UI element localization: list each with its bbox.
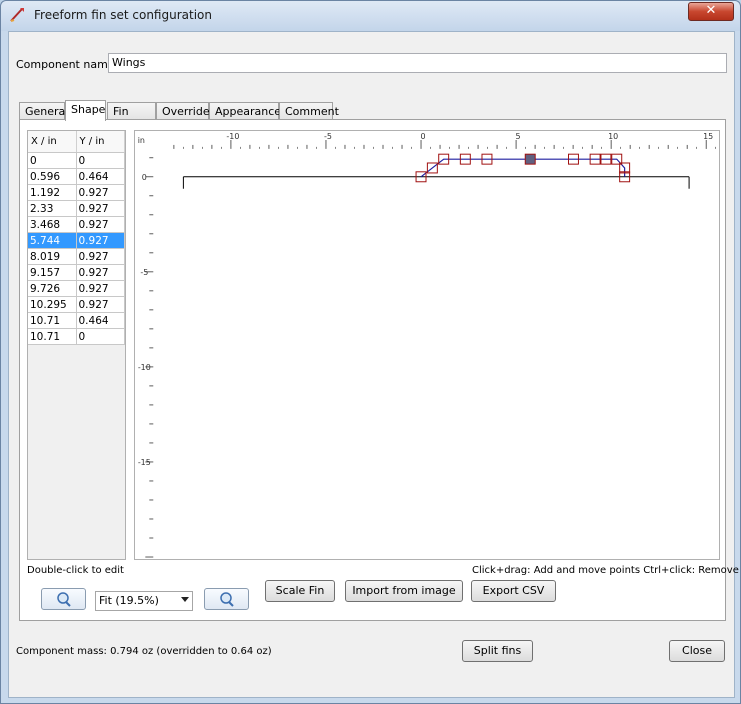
zoom-in-icon	[220, 592, 234, 607]
cell-y[interactable]: 0.464	[76, 169, 125, 185]
edit-hint: Double-click to edit	[27, 565, 124, 576]
cell-x[interactable]: 8.019	[28, 249, 77, 265]
cell-y[interactable]: 0.927	[76, 281, 125, 297]
cell-x[interactable]: 0	[28, 153, 77, 169]
cell-y[interactable]: 0.927	[76, 185, 125, 201]
window-close-icon[interactable]: ✕	[688, 2, 734, 21]
zoom-out-button[interactable]	[41, 588, 86, 610]
cell-x[interactable]: 0.596	[28, 169, 77, 185]
x-tick-label: 5	[516, 132, 521, 141]
table-row[interactable]: 00	[28, 153, 125, 169]
cell-y[interactable]: 0.927	[76, 217, 125, 233]
header-y[interactable]: Y / in	[77, 131, 125, 152]
cell-y[interactable]: 0.927	[76, 201, 125, 217]
table-row[interactable]: 0.596 0.464	[28, 169, 125, 185]
export-csv-button[interactable]: Export CSV	[471, 580, 556, 602]
header-x[interactable]: X / in	[28, 131, 77, 152]
zoom-select-value: Fit (19.5%)	[99, 594, 159, 607]
cell-y[interactable]: 0	[76, 329, 125, 345]
fin-point-handle[interactable]	[524, 153, 536, 165]
x-tick-label: -5	[324, 132, 332, 141]
window-title: Freeform fin set configuration	[34, 8, 212, 22]
split-fins-button[interactable]: Split fins	[462, 640, 533, 662]
table-header: X / in Y / in	[28, 131, 125, 153]
chevron-down-icon	[181, 597, 189, 602]
left-ruler	[135, 131, 154, 559]
x-tick-label: 0	[420, 132, 425, 141]
y-tick-label: -15	[138, 458, 151, 467]
import-from-image-button[interactable]: Import from image	[345, 580, 463, 602]
table-row[interactable]: 10.295 0.927	[28, 297, 125, 313]
table-row[interactable]: 3.468 0.927	[28, 217, 125, 233]
dialog-client: Component name: Wings General Shape Fin …	[8, 31, 741, 698]
cell-y[interactable]: 0.927	[76, 297, 125, 313]
x-tick-label: -10	[226, 132, 239, 141]
cell-x[interactable]: 10.71	[28, 329, 77, 345]
cell-x[interactable]: 3.468	[28, 217, 77, 233]
tab-fin-tabs[interactable]: Fin tabs	[107, 102, 156, 131]
cell-x[interactable]: 9.157	[28, 265, 77, 281]
close-button[interactable]: Close	[669, 640, 725, 662]
y-tick-label: 0	[142, 173, 147, 182]
scale-fin-button[interactable]: Scale Fin	[265, 580, 335, 602]
cell-x[interactable]: 9.726	[28, 281, 77, 297]
table-row[interactable]: 1.192 0.927	[28, 185, 125, 201]
cell-y[interactable]: 0.464	[76, 313, 125, 329]
fin-shape-plot[interactable]: in -10 -5 0 5 10 15 0 -5 -10 -15	[134, 130, 720, 560]
table-body: 0 0 0.596 0.464 1.192 0.927 2.33 0.927 3.468 0.92…	[28, 153, 125, 345]
top-ruler	[135, 131, 719, 149]
x-tick-label: 15	[703, 132, 713, 141]
cell-x[interactable]: 10.295	[28, 297, 77, 313]
cell-y[interactable]: 0	[76, 153, 125, 169]
y-tick-label: -5	[140, 268, 148, 277]
component-name-label: Component name:	[16, 58, 119, 71]
zoom-out-icon	[57, 592, 71, 607]
component-mass: Component mass: 0.794 oz (overridden to …	[16, 646, 272, 657]
table-row[interactable]: 8.019 0.927	[28, 249, 125, 265]
y-tick-label: -10	[138, 363, 151, 372]
cell-y[interactable]: 0.927	[76, 265, 125, 281]
rocket-app-icon	[10, 8, 24, 22]
table-row[interactable]: 9.157 0.927	[28, 265, 125, 281]
table-row[interactable]: 10.71 0.464	[28, 313, 125, 329]
tab-appearance[interactable]: Appearance	[209, 102, 281, 120]
shape-panel: X / in Y / in 0 0 0.596 0.464 1.192 0.927 2.33…	[19, 119, 741, 621]
cell-x[interactable]: 10.71	[28, 313, 77, 329]
tab-general[interactable]: General	[19, 102, 68, 120]
table-row[interactable]: 9.726 0.927	[28, 281, 125, 297]
table-row[interactable]: 5.744 0.927	[28, 233, 125, 249]
cell-x[interactable]: 1.192	[28, 185, 77, 201]
drag-hint: Click+drag: Add and move points Ctrl+cli…	[472, 565, 741, 576]
tab-override[interactable]: Override	[156, 102, 210, 120]
tab-comment[interactable]: Comment	[279, 102, 339, 120]
fin-outline	[420, 158, 626, 178]
unit-label: in	[138, 136, 145, 145]
tab-shape[interactable]: Shape	[65, 100, 106, 121]
x-tick-label: 10	[608, 132, 618, 141]
table-row[interactable]: 2.33 0.927	[28, 201, 125, 217]
cell-y[interactable]: 0.927	[76, 249, 125, 265]
title-bar[interactable]: Freeform fin set configuration ✕	[1, 1, 740, 31]
points-table[interactable]: X / in Y / in 0 0 0.596 0.464 1.192 0.927 2.33…	[27, 130, 126, 560]
cell-y[interactable]: 0.927	[76, 233, 125, 249]
cell-x[interactable]: 2.33	[28, 201, 77, 217]
zoom-in-button[interactable]	[204, 588, 249, 610]
cell-x[interactable]: 5.744	[28, 233, 77, 249]
component-name-input[interactable]: Wings	[108, 53, 727, 73]
zoom-select[interactable]: Fit (19.5%)	[95, 591, 193, 611]
dialog-window: Freeform fin set configuration ✕ Compone…	[0, 0, 741, 704]
table-row[interactable]: 10.71 0	[28, 329, 125, 345]
